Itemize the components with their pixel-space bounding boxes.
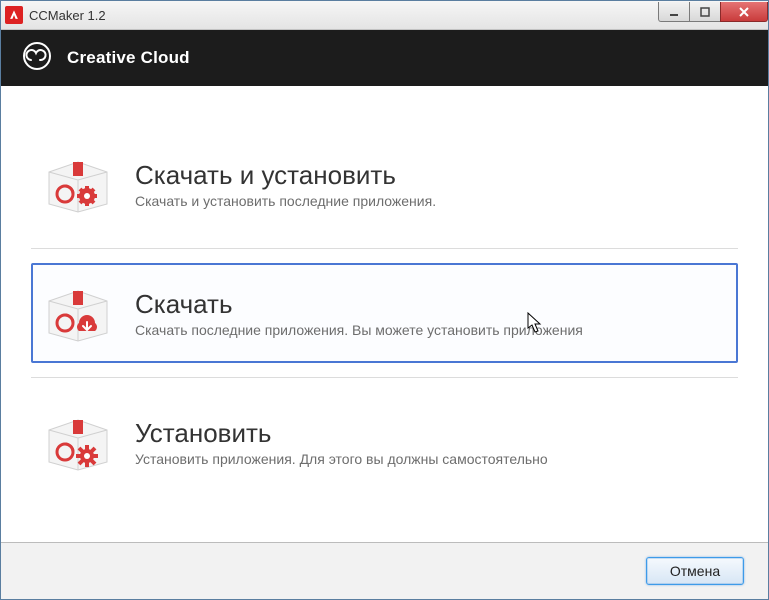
app-window: CCMaker 1.2 Creative Cloud [0,0,769,600]
option-desc: Скачать и установить последние приложени… [135,193,716,209]
titlebar-left: CCMaker 1.2 [5,6,106,24]
option-desc: Скачать последние приложения. Вы можете … [135,322,716,338]
titlebar: CCMaker 1.2 [1,1,768,30]
creative-cloud-icon [21,40,53,77]
maximize-button[interactable] [689,2,721,22]
window-title: CCMaker 1.2 [29,8,106,23]
box-cog-icon [43,412,113,472]
divider [31,377,738,378]
content-area: Скачать и установить Скачать и установит… [1,86,768,542]
divider [31,248,738,249]
cancel-button[interactable]: Отмена [646,557,744,585]
footer: Отмена [1,542,768,599]
app-icon [5,6,23,24]
option-desc: Установить приложения. Для этого вы долж… [135,451,716,467]
option-install[interactable]: Установить Установить приложения. Для эт… [31,392,738,492]
header-title: Creative Cloud [67,48,190,68]
option-download-install[interactable]: Скачать и установить Скачать и установит… [31,134,738,234]
app-header: Creative Cloud [1,30,768,86]
window-controls [659,2,768,22]
box-download-icon [43,283,113,343]
option-texts: Скачать Скачать последние приложения. Вы… [135,289,716,338]
close-button[interactable] [720,2,768,22]
option-texts: Установить Установить приложения. Для эт… [135,418,716,467]
cancel-button-label: Отмена [670,563,720,579]
option-title: Скачать [135,289,716,320]
minimize-button[interactable] [658,2,690,22]
option-texts: Скачать и установить Скачать и установит… [135,160,716,209]
option-download[interactable]: Скачать Скачать последние приложения. Вы… [31,263,738,363]
option-title: Скачать и установить [135,160,716,191]
box-gear-icon [43,154,113,214]
option-title: Установить [135,418,716,449]
